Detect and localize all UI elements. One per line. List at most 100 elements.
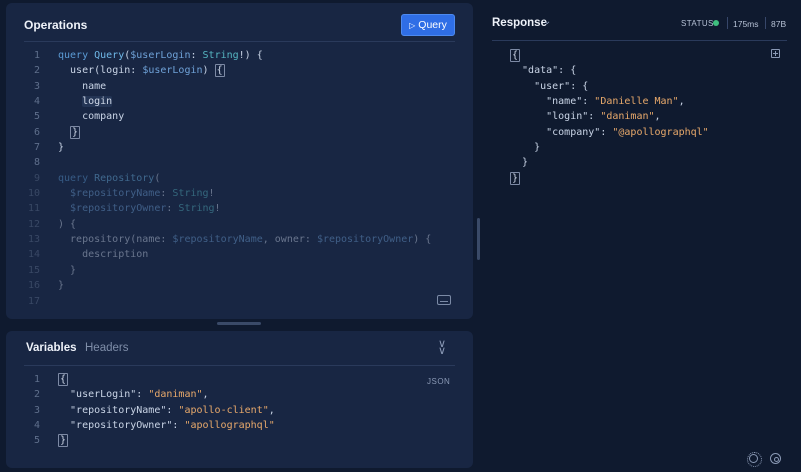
theme-toggle-icon[interactable] [747, 452, 762, 467]
code-token: : [136, 389, 149, 401]
code-token: $userLogin [130, 50, 191, 61]
code-text: "login": "daniman", [510, 109, 660, 124]
code-text: "repositoryOwner": "apollographql" [58, 418, 275, 433]
code-token: } [70, 125, 81, 139]
code-token: "apollo-client" [178, 404, 269, 416]
code-line: "company": "@apollographql" [510, 125, 709, 140]
code-line: 9 query Repository( [24, 171, 431, 186]
code-line: 2 user(login: $userLogin) { [24, 63, 431, 78]
line-number: 14 [27, 249, 40, 261]
code-token: : [160, 234, 173, 246]
operations-title: Operations [24, 18, 88, 32]
tab-headers[interactable]: Headers [85, 342, 128, 354]
settings-icon[interactable] [770, 453, 781, 464]
code-token: { [510, 49, 521, 62]
code-line: 1 query Query($userLogin: String!) { [24, 48, 431, 63]
code-line: 14 description [24, 247, 431, 262]
run-query-label: Query [418, 19, 447, 31]
code-token: ! [214, 203, 221, 215]
code-line: 8 [24, 155, 431, 170]
code-token: login [82, 96, 113, 108]
code-line: 3 "repositoryName": "apollo-client", [24, 403, 275, 418]
code-text: } [510, 155, 528, 170]
response-size: 87B [771, 19, 787, 29]
code-line: } [510, 140, 709, 155]
code-line: 4 "repositoryOwner": "apollographql" [24, 418, 275, 433]
code-text: "data": { [510, 63, 576, 78]
code-token: { [58, 373, 69, 386]
code-token: : [172, 420, 185, 432]
line-number: 1 [33, 50, 40, 61]
code-token: } [510, 142, 541, 154]
code-token: } [58, 280, 65, 292]
keyboard-shortcuts-icon[interactable] [437, 295, 451, 305]
code-token: "daniman" [148, 389, 203, 401]
code-token: , [268, 404, 275, 416]
code-line: 5 company [24, 109, 431, 124]
chevron-down-icon[interactable]: ⌄ [543, 16, 551, 27]
code-text: "repositoryName": "apollo-client", [58, 403, 275, 418]
code-token: : [582, 96, 595, 108]
code-token: : { [558, 65, 577, 77]
status-label: STATUS [681, 19, 714, 28]
code-text: "userLogin": "daniman", [58, 387, 209, 402]
editor-scrollbar[interactable] [477, 218, 480, 260]
code-token: name [136, 234, 161, 246]
code-token: : [166, 203, 179, 215]
code-token: query [58, 50, 95, 61]
code-token: : [304, 234, 317, 246]
tab-variables[interactable]: Variables [26, 342, 77, 354]
code-token: "user" [510, 80, 571, 92]
play-icon: ▷ [409, 20, 416, 30]
code-token: , [262, 234, 275, 246]
line-number: 2 [33, 65, 40, 77]
code-text: } [510, 171, 521, 186]
code-token: $repositoryOwner [58, 203, 167, 215]
code-token: $repositoryName [58, 188, 161, 200]
code-token: $repositoryName [172, 234, 263, 246]
code-token: owner [274, 234, 305, 246]
run-query-button[interactable]: ▷ Query [401, 14, 455, 36]
line-number: 4 [33, 96, 40, 108]
code-token: description [58, 249, 149, 261]
line-number: 12 [27, 218, 40, 230]
line-number: 16 [27, 280, 40, 292]
copy-icon[interactable] [771, 49, 780, 58]
line-number: 10 [27, 188, 40, 200]
collapse-icon[interactable]: ∨ ∨ [438, 339, 446, 357]
panel-resize-handle[interactable] [217, 322, 261, 325]
code-token: Repository [94, 172, 155, 184]
code-token: "Danielle Man" [594, 96, 679, 108]
json-label: JSON [427, 377, 451, 386]
code-text: { [510, 48, 521, 63]
code-token: "apollographql" [184, 420, 275, 432]
code-text: } [510, 140, 540, 155]
code-token: $userLogin [142, 65, 203, 77]
code-text: } [58, 140, 64, 155]
line-number: 11 [27, 203, 40, 215]
code-line: 1{ [24, 372, 275, 387]
line-number: 1 [33, 374, 40, 385]
line-number: 9 [33, 172, 40, 184]
code-token: } [58, 264, 77, 276]
code-line: "user": { [510, 79, 709, 94]
status-indicator [713, 20, 719, 26]
code-line: 4 login [24, 94, 431, 109]
code-token: ! [208, 188, 215, 200]
code-token: } [510, 171, 521, 185]
code-text: company [58, 109, 124, 124]
code-token: : [160, 188, 173, 200]
response-viewer: { "data": { "user": { "name": "Danielle … [510, 48, 709, 186]
code-token: : [166, 404, 179, 416]
variables-panel: Variables Headers ∨ ∨ JSON 1{2 "userLogin… [6, 331, 473, 468]
code-line: { [510, 48, 709, 63]
code-line: 5} [24, 433, 275, 448]
variables-editor[interactable]: 1{2 "userLogin": "daniman", 3 "repository… [24, 372, 275, 449]
operation-editor[interactable]: 1 query Query($userLogin: String!) {2 use… [24, 48, 431, 309]
code-token: user [58, 65, 95, 77]
operations-panel: Operations ▷ Query 1 query Query($userLog… [6, 3, 473, 319]
line-number: 17 [27, 295, 40, 307]
code-token: "login" [510, 111, 589, 123]
